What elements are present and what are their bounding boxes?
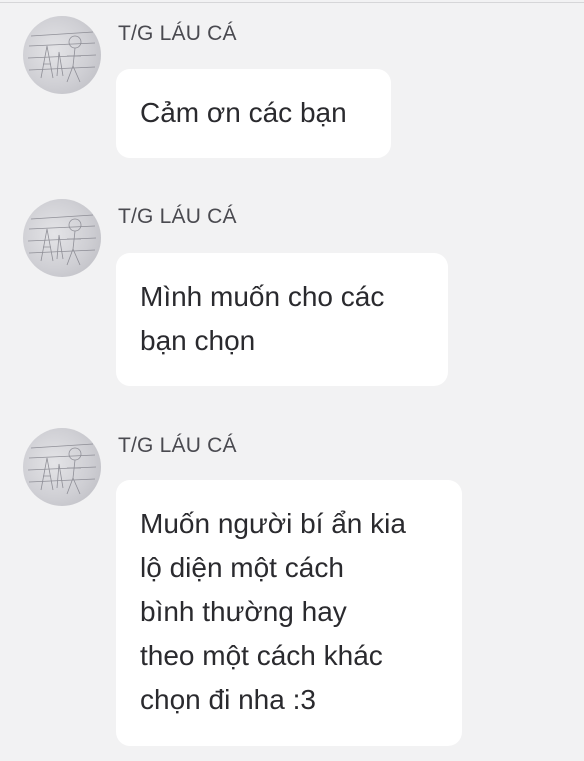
avatar[interactable] bbox=[23, 428, 101, 506]
avatar-sketch-icon bbox=[27, 214, 97, 266]
message-bubble[interactable]: Muốn người bí ẩn kia lộ diện một cách bì… bbox=[116, 480, 462, 746]
message-text: lộ diện một cách bbox=[140, 552, 344, 583]
top-divider bbox=[0, 2, 584, 3]
avatar[interactable] bbox=[23, 199, 101, 277]
message-text: Cảm ơn các bạn bbox=[140, 97, 347, 128]
message-text: bình thường hay bbox=[140, 596, 347, 627]
sender-name: T/G LÁU CÁ bbox=[118, 434, 237, 457]
avatar-sketch-icon bbox=[27, 443, 97, 495]
message-text: bạn chọn bbox=[140, 325, 256, 356]
message-bubble[interactable]: Mình muốn cho các bạn chọn bbox=[116, 253, 448, 386]
message-text: Muốn người bí ẩn kia bbox=[140, 508, 406, 539]
sender-name: T/G LÁU CÁ bbox=[118, 205, 237, 228]
sender-name: T/G LÁU CÁ bbox=[118, 22, 237, 45]
avatar[interactable] bbox=[23, 16, 101, 94]
avatar-sketch-icon bbox=[27, 31, 97, 83]
message-text: theo một cách khác bbox=[140, 640, 383, 671]
message-text: Mình muốn cho các bbox=[140, 281, 385, 312]
message-bubble[interactable]: Cảm ơn các bạn bbox=[116, 69, 391, 158]
message-text: chọn đi nha :3 bbox=[140, 684, 316, 715]
